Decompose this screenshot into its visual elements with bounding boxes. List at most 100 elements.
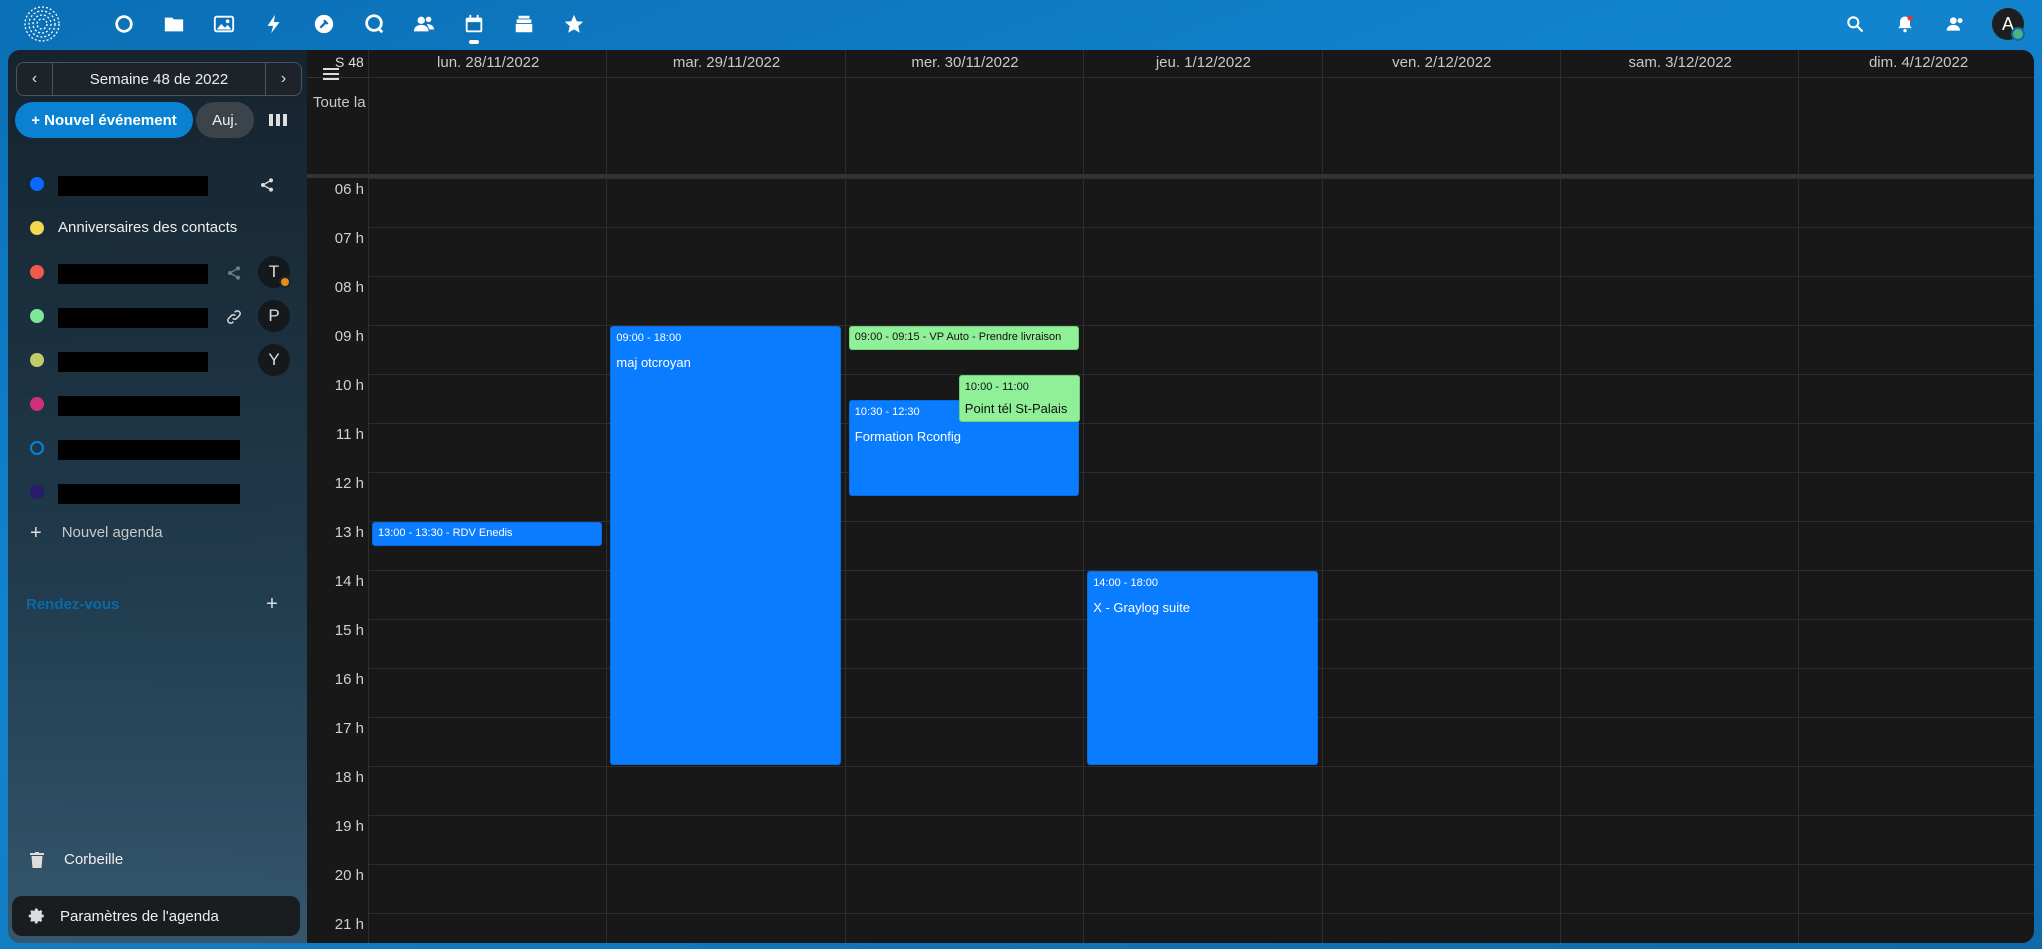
notifications-bell-icon[interactable] xyxy=(1880,9,1930,39)
contacts-menu-icon[interactable] xyxy=(1930,9,1980,39)
day-column-divider xyxy=(606,50,608,943)
week-label[interactable]: Semaine 48 de 2022 xyxy=(52,63,266,95)
day-header[interactable]: mar. 29/11/2022 xyxy=(607,54,845,71)
link-icon[interactable] xyxy=(223,306,245,328)
avatar-initial: P xyxy=(268,306,280,325)
hour-line xyxy=(369,913,2034,914)
new-event-button[interactable]: + Nouvel événement xyxy=(15,102,193,138)
app-navigation: ‹ Semaine 48 de 2022 › + Nouvel événemen… xyxy=(8,50,307,943)
all-day-label: Toute la xyxy=(313,94,366,111)
shared-user-avatar[interactable]: T xyxy=(258,256,291,288)
nextcloud-logo-icon[interactable] xyxy=(20,4,64,44)
all-day-row-line xyxy=(369,77,2034,78)
calendar-week-view: S 48 lun. 28/11/2022 mar. 29/11/2022 mer. … xyxy=(307,50,2034,943)
calendar-color-dot[interactable] xyxy=(30,441,44,455)
files-icon[interactable] xyxy=(149,10,199,38)
day-header[interactable]: sam. 3/12/2022 xyxy=(1561,54,1799,71)
dashboard-icon[interactable] xyxy=(99,10,149,38)
hour-label: 07 h xyxy=(334,230,364,247)
plus-icon: + xyxy=(30,521,42,544)
next-week-button[interactable]: › xyxy=(266,63,301,95)
user-avatar[interactable]: A xyxy=(1992,8,2025,41)
event-time: 13:00 - 13:30 - RDV Enedis xyxy=(378,527,513,539)
event-title: maj otcroyan xyxy=(616,355,691,370)
calendar-item[interactable] xyxy=(8,382,307,426)
add-appointment-plus-icon[interactable]: + xyxy=(261,593,283,615)
calendar-color-dot[interactable] xyxy=(30,485,44,499)
day-header[interactable]: lun. 28/11/2022 xyxy=(369,54,607,71)
status-online-dot xyxy=(2011,27,2025,41)
event-title: Formation Rconfig xyxy=(854,428,962,444)
calendar-event[interactable]: 09:00 - 18:00 maj otcroyan xyxy=(610,326,841,765)
calendar-color-dot[interactable] xyxy=(30,265,44,279)
favorites-icon[interactable] xyxy=(549,10,599,38)
day-header[interactable]: dim. 4/12/2022 xyxy=(1799,54,2034,71)
hour-label: 09 h xyxy=(334,328,364,345)
calendar-item[interactable]: Anniversaires des contacts xyxy=(8,206,307,250)
hour-line xyxy=(369,766,2034,767)
calendar-event[interactable]: 10:00 - 11:00 Point tél St-Palais xyxy=(958,375,1081,422)
week-number: S 48 xyxy=(335,54,364,70)
hour-label: 19 h xyxy=(334,818,364,835)
today-button[interactable]: Auj. xyxy=(196,102,254,138)
gear-icon xyxy=(28,908,44,924)
previous-week-button[interactable]: ‹ xyxy=(17,63,52,95)
share-icon[interactable] xyxy=(256,174,278,196)
calendar-color-dot[interactable] xyxy=(30,309,44,323)
tools-icon[interactable] xyxy=(299,10,349,38)
event-title: X - Graylog suite xyxy=(1093,600,1191,615)
calendar-item[interactable] xyxy=(8,162,307,206)
contacts-icon[interactable] xyxy=(399,10,449,38)
calendar-color-dot[interactable] xyxy=(30,221,44,235)
calendar-item[interactable]: P xyxy=(8,294,307,338)
calendar-item[interactable]: Y xyxy=(8,338,307,382)
event-time: 09:00 - 18:00 xyxy=(616,332,682,344)
hour-label: 18 h xyxy=(334,769,364,786)
calendar-name-redacted xyxy=(58,440,240,460)
calendar-name-redacted xyxy=(58,308,208,328)
week-navigator: ‹ Semaine 48 de 2022 › xyxy=(16,62,302,96)
calendar-name-redacted xyxy=(58,264,208,284)
chevron-right-icon: › xyxy=(280,70,287,87)
share-icon[interactable] xyxy=(223,262,245,284)
day-header[interactable]: ven. 2/12/2022 xyxy=(1323,54,1561,71)
calendar-color-dot[interactable] xyxy=(30,353,44,367)
hour-line xyxy=(369,178,2034,179)
hour-line xyxy=(369,864,2034,865)
calendar-event[interactable]: 09:00 - 09:15 - VP Auto - Prendre livrai… xyxy=(848,326,1080,350)
hour-label: 10 h xyxy=(334,377,364,394)
calendar-event[interactable]: 13:00 - 13:30 - RDV Enedis xyxy=(372,522,603,546)
day-header-row: S 48 lun. 28/11/2022 mar. 29/11/2022 mer. … xyxy=(307,50,2034,80)
trash-button[interactable]: Corbeille xyxy=(30,851,123,868)
calendar-item[interactable] xyxy=(8,426,307,470)
calendar-icon[interactable] xyxy=(449,10,499,44)
hour-label: 14 h xyxy=(334,573,364,590)
hour-label: 16 h xyxy=(334,671,364,688)
hour-label: 08 h xyxy=(334,279,364,296)
deck-icon[interactable] xyxy=(499,10,549,38)
calendar-name: Anniversaires des contacts xyxy=(58,219,238,236)
calendar-settings-button[interactable]: Paramètres de l'agenda xyxy=(12,896,300,936)
calendar-settings-label: Paramètres de l'agenda xyxy=(60,907,219,925)
appointments-section-title[interactable]: Rendez-vous xyxy=(26,596,119,613)
calendar-name-redacted xyxy=(58,176,208,196)
day-column-divider xyxy=(1321,50,1323,943)
shared-user-avatar[interactable]: Y xyxy=(258,344,290,376)
day-header[interactable]: mer. 30/11/2022 xyxy=(846,54,1084,71)
calendar-color-dot[interactable] xyxy=(30,397,44,411)
calendar-color-dot[interactable] xyxy=(30,177,44,191)
hour-label: 06 h xyxy=(334,181,364,198)
activity-icon[interactable] xyxy=(249,10,299,38)
talk-icon[interactable] xyxy=(349,10,399,38)
day-header[interactable]: jeu. 1/12/2022 xyxy=(1084,54,1322,71)
new-calendar-button[interactable]: + Nouvel agenda xyxy=(30,521,163,544)
hour-label: 11 h xyxy=(335,426,364,443)
app-menu xyxy=(99,10,599,44)
calendar-item[interactable]: T xyxy=(8,250,307,294)
photos-icon[interactable] xyxy=(199,10,249,38)
search-icon[interactable] xyxy=(1830,9,1880,39)
calendar-item[interactable] xyxy=(8,470,307,514)
shared-user-avatar[interactable]: P xyxy=(258,300,290,332)
view-switcher-button[interactable] xyxy=(264,106,292,134)
calendar-event[interactable]: 14:00 - 18:00 X - Graylog suite xyxy=(1087,571,1318,765)
